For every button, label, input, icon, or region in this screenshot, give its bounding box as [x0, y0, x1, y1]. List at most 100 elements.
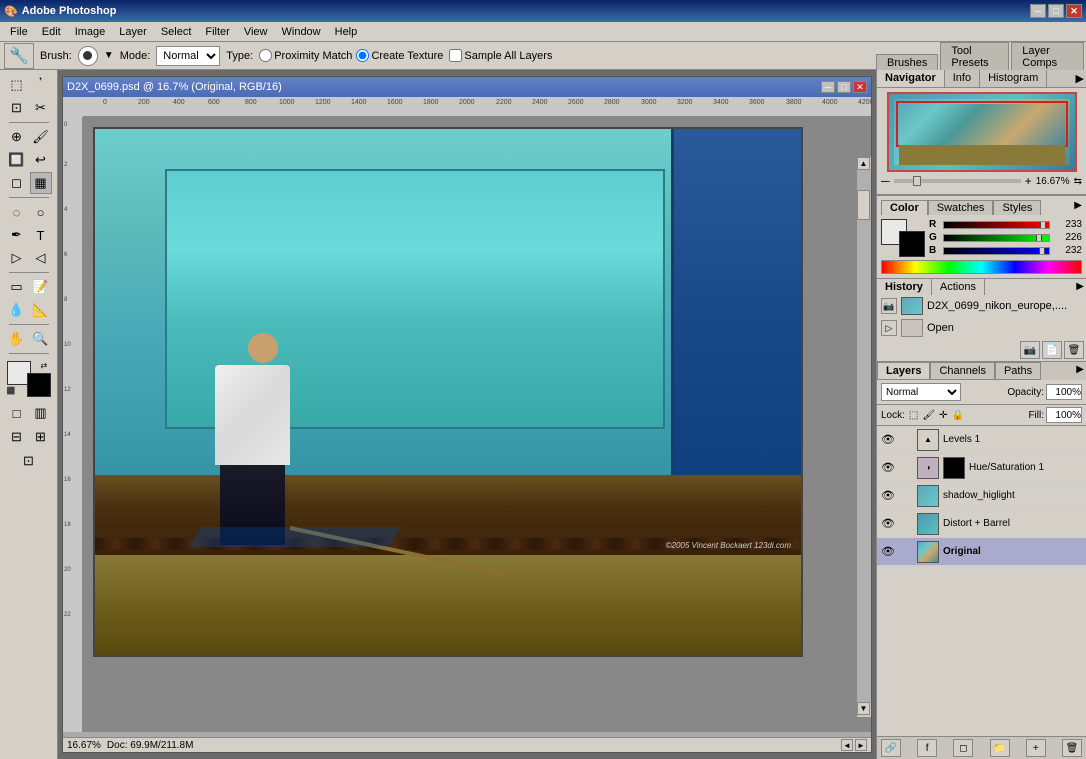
tab-styles[interactable]: Styles: [993, 200, 1041, 215]
menu-layer[interactable]: Layer: [113, 24, 153, 40]
history-create-doc-btn[interactable]: 📄: [1042, 341, 1062, 359]
tab-actions[interactable]: Actions: [932, 279, 985, 295]
layers-menu-btn[interactable]: ▶: [1074, 362, 1086, 380]
tab-navigator[interactable]: Navigator: [877, 70, 945, 87]
layer-row-levels1[interactable]: 👁 ▲ Levels 1: [877, 426, 1086, 454]
menu-window[interactable]: Window: [276, 24, 327, 40]
tab-layer-comps[interactable]: Layer Comps: [1011, 42, 1084, 71]
canvas-area[interactable]: D2X_0699.psd @ 16.7% (Original, RGB/16) …: [58, 70, 876, 759]
nav-zoom-minus[interactable]: ─: [881, 174, 890, 188]
fill-input[interactable]: [1046, 407, 1082, 423]
tab-brushes[interactable]: Brushes: [876, 54, 938, 71]
close-button[interactable]: ✕: [1066, 4, 1082, 18]
layer-row-shadow-higlight[interactable]: 👁 shadow_higlight: [877, 482, 1086, 510]
layer-link-btn[interactable]: 🔗: [881, 739, 901, 757]
nav-zoom-slider[interactable]: [894, 179, 1021, 183]
layer-visibility-original[interactable]: 👁: [881, 545, 895, 559]
create-texture-radio-label[interactable]: Create Texture: [356, 49, 443, 62]
tool-blur[interactable]: ◌: [6, 201, 28, 223]
layer-delete-btn[interactable]: 🗑: [1062, 739, 1082, 757]
tool-pen[interactable]: ✒: [6, 224, 28, 246]
lock-transparent-icon[interactable]: ⬚: [909, 410, 918, 421]
tool-path-select[interactable]: ▷: [6, 247, 28, 269]
layer-visibility-shadow[interactable]: 👁: [881, 489, 895, 503]
color-bg-swatch[interactable]: [899, 231, 925, 257]
layer-row-distort[interactable]: 👁 Distort + Barrel: [877, 510, 1086, 538]
lock-all-icon[interactable]: 🔒: [951, 410, 963, 421]
menu-help[interactable]: Help: [329, 24, 364, 40]
doc-maximize-btn[interactable]: □: [837, 81, 851, 93]
doc-next-btn[interactable]: ►: [855, 739, 867, 751]
layer-row-original[interactable]: 👁 Original: [877, 538, 1086, 566]
tool-standard-mode[interactable]: □: [6, 402, 28, 424]
spectrum-bar[interactable]: [881, 260, 1082, 274]
layer-row-huesat1[interactable]: 👁 ◑ Hue/Saturation 1: [877, 454, 1086, 482]
brush-size-dropdown[interactable]: ▼: [104, 50, 114, 61]
tool-brush[interactable]: 🖌: [30, 126, 52, 148]
tool-gradient[interactable]: ▦: [30, 172, 52, 194]
minimize-button[interactable]: ─: [1030, 4, 1046, 18]
doc-close-btn[interactable]: ✕: [853, 81, 867, 93]
layer-visibility-distort[interactable]: 👁: [881, 517, 895, 531]
nav-zoom-arrows[interactable]: ⇆: [1074, 176, 1082, 187]
tool-eyedropper[interactable]: 💧: [6, 299, 28, 321]
proximity-radio-label[interactable]: Proximity Match: [259, 49, 352, 62]
tool-history-brush[interactable]: ↩: [30, 149, 52, 171]
tool-direct-select[interactable]: ◁: [30, 247, 52, 269]
brush-preview[interactable]: [78, 46, 98, 66]
tool-crop[interactable]: ⊡: [6, 97, 28, 119]
vscroll-up-btn[interactable]: ▲: [857, 157, 870, 170]
vscroll-down-btn[interactable]: ▼: [857, 702, 870, 715]
lock-brush-icon[interactable]: 🖌: [922, 410, 935, 421]
opacity-input[interactable]: [1046, 384, 1082, 400]
history-snapshot-item[interactable]: 📷 D2X_0699_nikon_europe,....: [877, 295, 1086, 317]
sample-all-checkbox[interactable]: [449, 49, 462, 62]
tool-shape[interactable]: ▭: [6, 276, 28, 298]
tool-stamp[interactable]: 🔲: [6, 149, 28, 171]
mode-select[interactable]: Normal Multiply Screen: [156, 46, 220, 66]
menu-edit[interactable]: Edit: [36, 24, 67, 40]
lock-move-icon[interactable]: ✛: [939, 410, 947, 421]
menu-filter[interactable]: Filter: [199, 24, 235, 40]
layer-new-btn[interactable]: +: [1026, 739, 1046, 757]
history-new-snapshot-btn[interactable]: 📷: [1020, 341, 1040, 359]
layer-mask-btn[interactable]: ◻: [953, 739, 973, 757]
vscroll-track[interactable]: [857, 170, 871, 702]
menu-file[interactable]: File: [4, 24, 34, 40]
menu-select[interactable]: Select: [155, 24, 198, 40]
nav-zoom-plus[interactable]: +: [1025, 174, 1032, 188]
tool-slice[interactable]: ✂: [30, 97, 52, 119]
tool-imageeady[interactable]: ⊡: [18, 450, 40, 472]
g-slider[interactable]: [943, 234, 1050, 242]
tool-type[interactable]: T: [30, 224, 52, 246]
tab-channels[interactable]: Channels: [930, 362, 994, 380]
proximity-radio[interactable]: [259, 49, 272, 62]
tab-info[interactable]: Info: [945, 70, 980, 87]
create-texture-radio[interactable]: [356, 49, 369, 62]
b-slider[interactable]: [943, 247, 1050, 255]
history-delete-btn[interactable]: 🗑: [1064, 341, 1084, 359]
tab-color[interactable]: Color: [881, 200, 928, 215]
history-menu-btn[interactable]: ▶: [1074, 279, 1086, 295]
layer-visibility-levels1[interactable]: 👁: [881, 433, 895, 447]
sample-all-label[interactable]: Sample All Layers: [449, 49, 552, 62]
tool-notes[interactable]: 📝: [30, 276, 52, 298]
tool-healing[interactable]: ⊕: [6, 126, 28, 148]
r-slider[interactable]: [943, 221, 1050, 229]
maximize-button[interactable]: □: [1048, 4, 1064, 18]
menu-image[interactable]: Image: [69, 24, 112, 40]
background-color[interactable]: [27, 373, 51, 397]
tab-swatches[interactable]: Swatches: [928, 200, 994, 215]
tab-paths[interactable]: Paths: [995, 362, 1041, 380]
doc-prev-btn[interactable]: ◄: [841, 739, 853, 751]
doc-minimize-btn[interactable]: ─: [821, 81, 835, 93]
tool-zoom[interactable]: 🔍: [30, 328, 52, 350]
color-menu-btn[interactable]: ▶: [1074, 200, 1082, 215]
tool-fullscreen-mode[interactable]: ⊞: [30, 426, 52, 448]
history-open-item[interactable]: ▷ Open: [877, 317, 1086, 339]
swap-colors[interactable]: ⇄: [41, 361, 51, 371]
vscrollbar[interactable]: ▲ ▼: [856, 157, 871, 717]
tool-quickmask-mode[interactable]: ▥: [30, 402, 52, 424]
tab-histogram[interactable]: Histogram: [980, 70, 1047, 87]
reset-colors[interactable]: ⬛: [7, 387, 17, 397]
